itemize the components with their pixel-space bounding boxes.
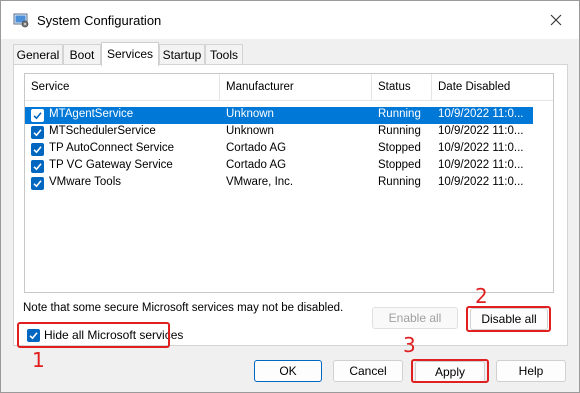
service-name: MTAgentService [49,108,134,120]
column-header-date-disabled[interactable]: Date Disabled [432,74,530,101]
service-manufacturer: Cortado AG [226,159,287,171]
service-date-disabled: 10/9/2022 11:0... [438,108,524,120]
services-list[interactable]: Service Manufacturer Status Date Disable… [24,73,554,293]
service-manufacturer: Unknown [226,125,274,137]
checkmark-icon [33,146,42,154]
table-row[interactable]: VMware Tools VMware, Inc. Running 10/9/2… [25,175,533,192]
column-header-status[interactable]: Status [372,74,432,101]
list-header: Service Manufacturer Status Date Disable… [25,74,553,101]
service-manufacturer: VMware, Inc. [226,176,294,188]
table-row[interactable]: MTSchedulerService Unknown Running 10/9/… [25,124,533,141]
checkmark-icon [33,163,42,171]
service-status: Stopped [378,142,421,154]
row-checkbox[interactable] [31,126,44,139]
tab-general[interactable]: General [13,44,63,64]
service-status: Running [378,108,421,120]
service-date-disabled: 10/9/2022 11:0... [438,159,524,171]
msconfig-app-icon [13,13,29,28]
annotation-box-hide-ms [17,322,170,348]
title-bar: System Configuration [1,1,579,39]
close-icon [550,14,562,26]
service-status: Running [378,125,421,137]
annotation-box-disable-all [466,306,551,332]
help-button[interactable]: Help [496,360,566,382]
window-title: System Configuration [37,13,162,28]
checkmark-icon [33,129,42,137]
service-status: Stopped [378,159,421,171]
row-checkbox[interactable] [31,109,44,122]
row-checkbox[interactable] [31,160,44,173]
service-name: TP VC Gateway Service [49,159,173,171]
enable-all-button[interactable]: Enable all [372,307,458,329]
checkmark-icon [33,180,42,188]
table-row[interactable]: TP VC Gateway Service Cortado AG Stopped… [25,158,533,175]
service-date-disabled: 10/9/2022 11:0... [438,176,524,188]
column-header-manufacturer[interactable]: Manufacturer [220,74,372,101]
checkmark-icon [33,112,42,120]
tab-startup[interactable]: Startup [159,44,205,64]
service-name: TP AutoConnect Service [49,142,175,154]
service-name: MTSchedulerService [49,125,156,137]
service-manufacturer: Cortado AG [226,142,287,154]
service-status: Running [378,176,421,188]
annotation-step-3: 3 [403,333,416,357]
tab-tools[interactable]: Tools [205,44,243,64]
service-date-disabled: 10/9/2022 11:0... [438,142,524,154]
annotation-step-1: 1 [32,348,45,372]
system-configuration-window: System Configuration General Boot Servic… [0,0,580,393]
table-row[interactable]: MTAgentService Unknown Running 10/9/2022… [25,107,533,124]
cancel-button[interactable]: Cancel [333,360,403,382]
tab-services[interactable]: Services [101,42,159,66]
row-checkbox[interactable] [31,143,44,156]
service-name: VMware Tools [49,176,122,188]
tab-boot[interactable]: Boot [63,44,101,64]
annotation-box-apply [411,359,489,383]
close-button[interactable] [533,1,579,39]
secure-services-note: Note that some secure Microsoft services… [23,302,344,314]
ok-button[interactable]: OK [254,360,322,382]
service-date-disabled: 10/9/2022 11:0... [438,125,524,137]
service-manufacturer: Unknown [226,108,274,120]
table-row[interactable]: TP AutoConnect Service Cortado AG Stoppe… [25,141,533,158]
column-header-service[interactable]: Service [25,74,220,101]
annotation-step-2: 2 [475,284,488,308]
row-checkbox[interactable] [31,177,44,190]
